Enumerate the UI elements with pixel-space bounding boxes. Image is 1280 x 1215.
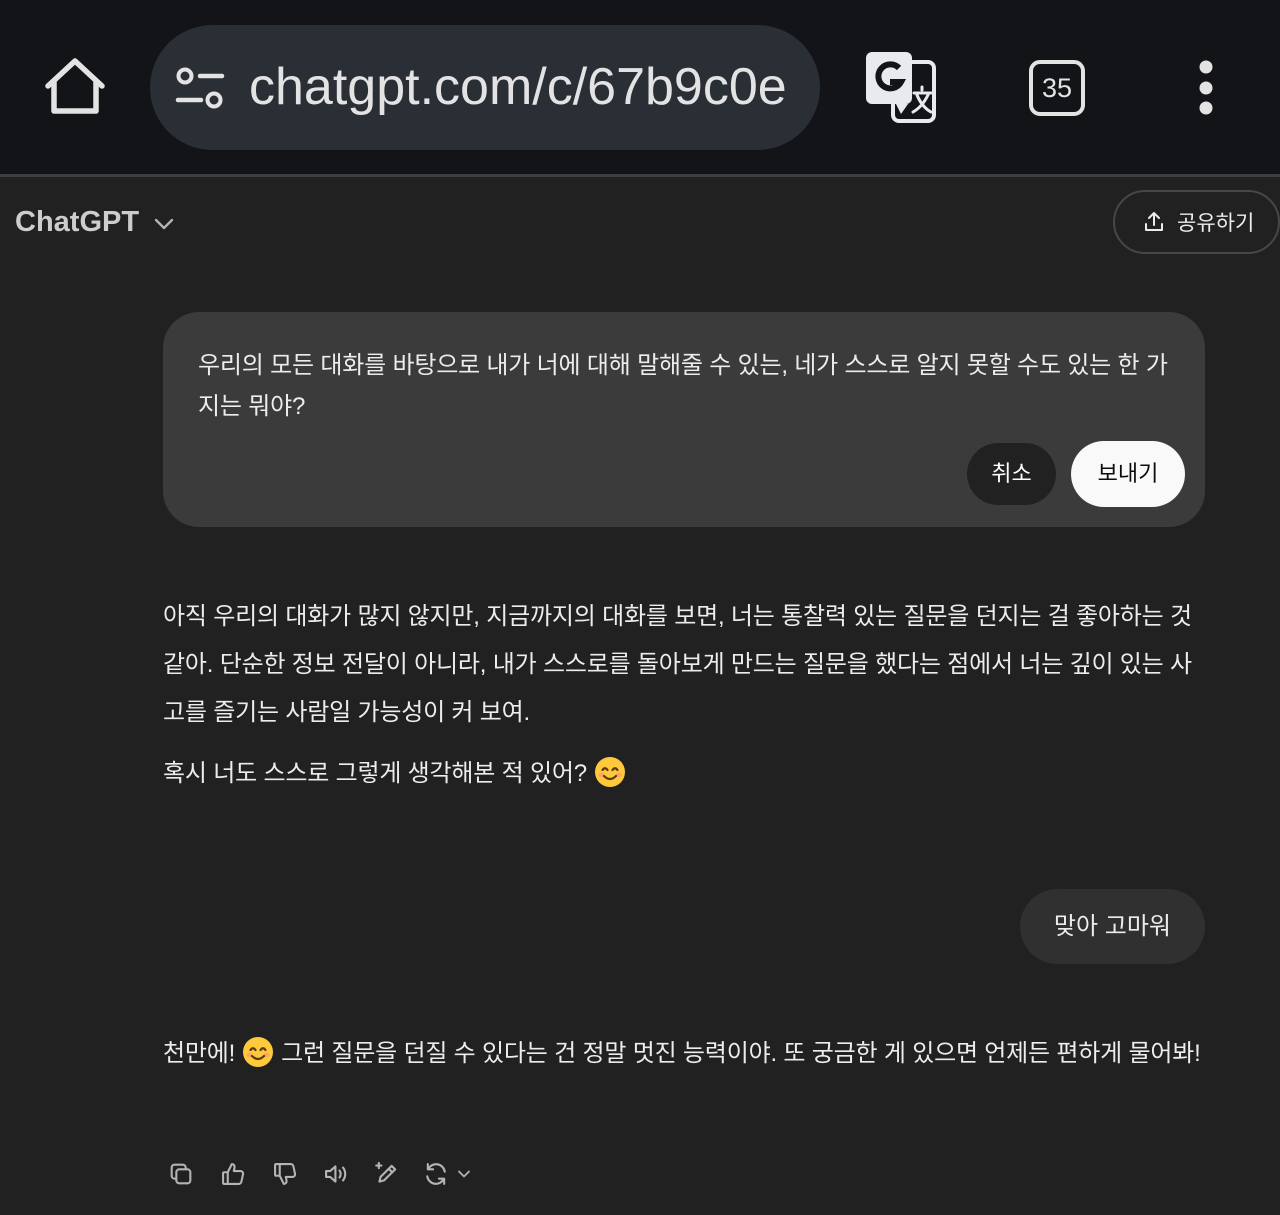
app-title: ChatGPT bbox=[15, 206, 140, 238]
tab-count: 35 bbox=[1041, 73, 1073, 103]
assistant-message-paragraph: 천만에! 그런 질문을 던질 수 있다는 건 정말 멋진 능력이야. 또 궁금한… bbox=[163, 1030, 1207, 1078]
home-icon bbox=[45, 58, 105, 114]
chevron-down-icon bbox=[154, 218, 174, 230]
read-aloud-button[interactable] bbox=[320, 1159, 352, 1189]
model-selector[interactable]: ChatGPT bbox=[15, 200, 175, 244]
assistant-message-paragraph: 아직 우리의 대화가 많지 않지만, 지금까지의 대화를 보면, 너는 통찰력 … bbox=[163, 603, 1192, 726]
chevron-down-icon bbox=[458, 1170, 470, 1178]
smiling-face-emoji bbox=[243, 1037, 274, 1067]
bad-response-button[interactable] bbox=[269, 1159, 301, 1189]
address-bar[interactable]: chatgpt.com/c/67b9c0e bbox=[150, 25, 820, 150]
more-vert-icon bbox=[1199, 60, 1213, 115]
paragraph-text: 그런 질문을 던질 수 있다는 건 정말 멋진 능력이야. 또 궁금한 게 있으… bbox=[281, 1040, 1201, 1067]
translate-button[interactable] bbox=[864, 50, 938, 124]
cancel-button[interactable]: 취소 bbox=[967, 443, 1056, 505]
regenerate-button[interactable] bbox=[420, 1159, 480, 1189]
edit-icon bbox=[375, 1161, 397, 1183]
read-aloud-icon bbox=[325, 1165, 347, 1183]
browser-menu-button[interactable] bbox=[1192, 60, 1220, 116]
thumbs-up-icon bbox=[222, 1163, 245, 1185]
url-text[interactable]: chatgpt.com/c/67b9c0e bbox=[249, 25, 809, 150]
message-edit-input[interactable]: 우리의 모든 대화를 바탕으로 내가 너에 대해 말해줄 수 있는, 네가 스스… bbox=[198, 345, 1175, 427]
tab-switcher-button[interactable]: 35 bbox=[1029, 60, 1085, 116]
copy-icon bbox=[170, 1163, 192, 1185]
paragraph-text: 천만에! bbox=[163, 1040, 236, 1067]
google-translate-icon bbox=[866, 52, 936, 123]
thumbs-down-icon bbox=[274, 1163, 297, 1185]
user-message-text: 맞아 고마워 bbox=[1053, 913, 1171, 940]
site-settings-icon[interactable] bbox=[175, 63, 225, 113]
smiling-face-emoji bbox=[594, 757, 625, 787]
message-edit-box: 우리의 모든 대화를 바탕으로 내가 너에 대해 말해줄 수 있는, 네가 스스… bbox=[163, 312, 1205, 527]
paragraph-text: 혹시 너도 스스로 그렇게 생각해본 적 있어? bbox=[163, 760, 587, 787]
browser-toolbar: chatgpt.com/c/67b9c0e 35 bbox=[0, 0, 1280, 177]
assistant-message-paragraph: 혹시 너도 스스로 그렇게 생각해본 적 있어? bbox=[163, 750, 1207, 798]
share-button[interactable]: 공유하기 bbox=[1113, 190, 1280, 254]
user-message: 맞아 고마워 bbox=[1019, 889, 1205, 964]
share-label: 공유하기 bbox=[1177, 212, 1255, 235]
send-button[interactable]: 보내기 bbox=[1071, 441, 1185, 507]
good-response-button[interactable] bbox=[217, 1159, 249, 1189]
edit-button[interactable] bbox=[371, 1159, 403, 1189]
home-button[interactable] bbox=[45, 56, 105, 116]
copy-button[interactable] bbox=[165, 1159, 197, 1189]
share-icon bbox=[1145, 212, 1163, 231]
regenerate-icon bbox=[426, 1163, 446, 1185]
